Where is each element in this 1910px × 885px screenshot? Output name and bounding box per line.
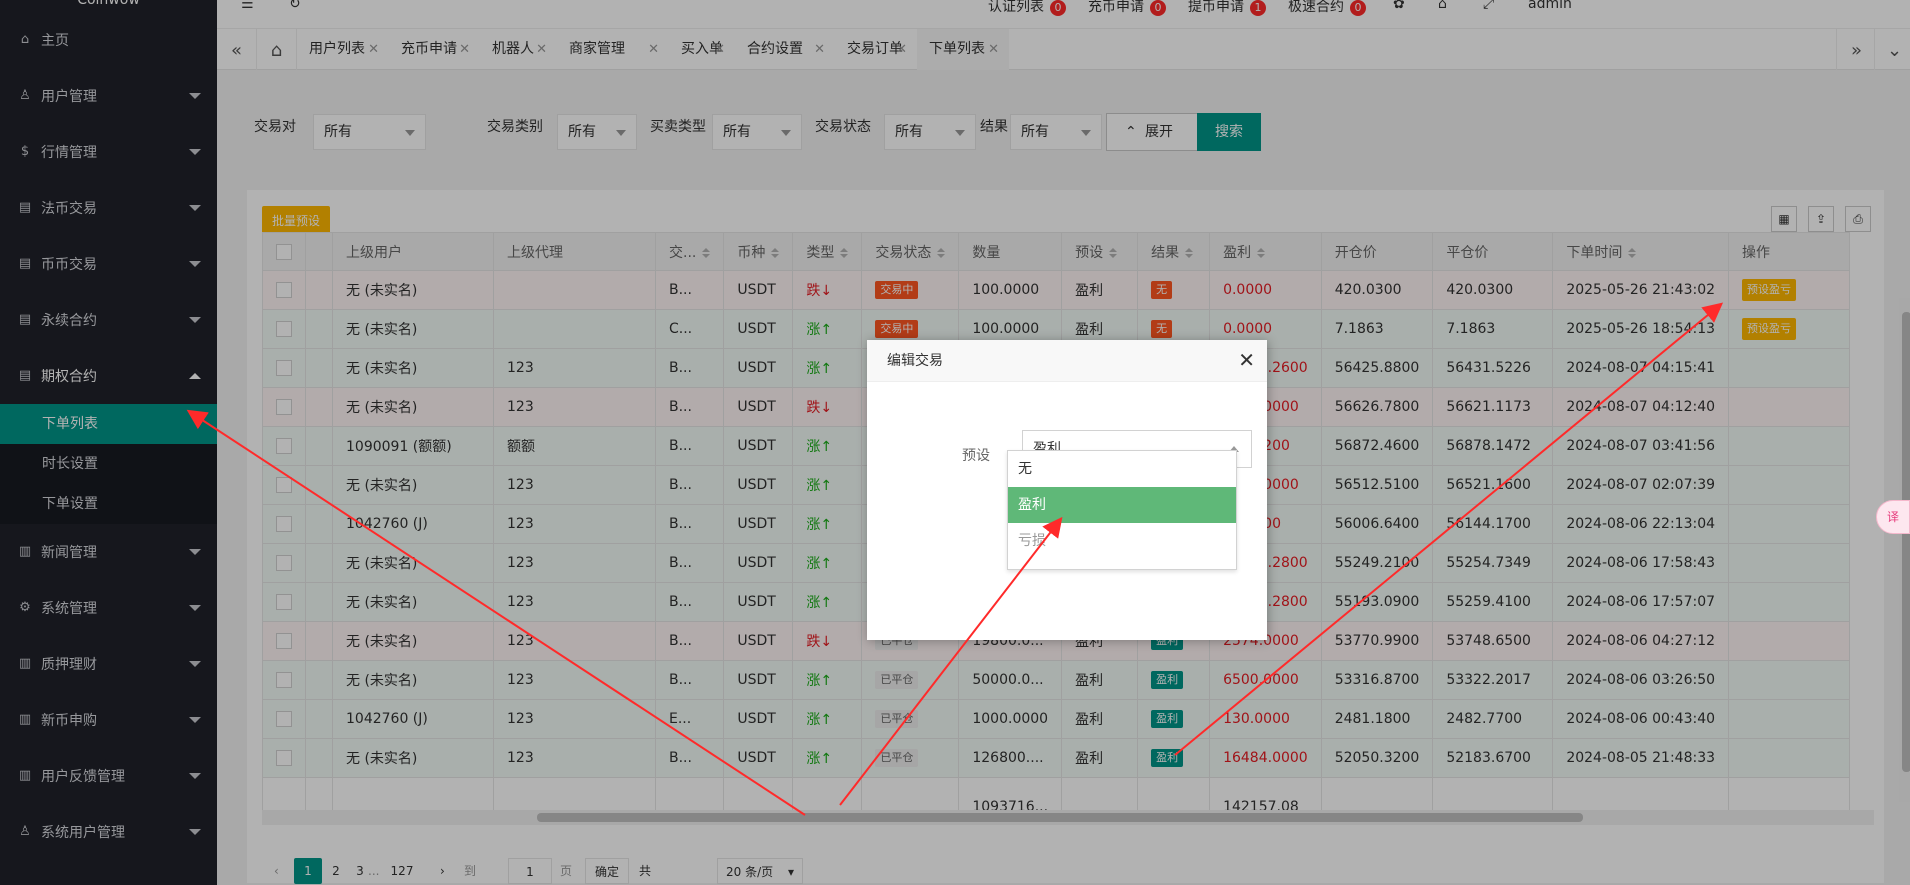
preset-option-none[interactable]: 无 <box>1008 451 1236 487</box>
modal-title: 编辑交易 <box>867 340 1267 382</box>
app-root: Coinwow ⌂ 主页 ♙ 用户管理 $ 行情管理 ▤ 法币交易 ▤ 币币交易… <box>0 0 1910 885</box>
preset-option-profit[interactable]: 盈利 <box>1008 487 1236 523</box>
preset-label: 预设 <box>962 448 990 464</box>
translate-icon[interactable]: 译 <box>1876 500 1910 534</box>
preset-dropdown: 无 盈利 亏损 <box>1007 450 1237 570</box>
close-icon[interactable]: ✕ <box>1238 350 1255 370</box>
preset-option-loss[interactable]: 亏损 <box>1008 523 1236 559</box>
